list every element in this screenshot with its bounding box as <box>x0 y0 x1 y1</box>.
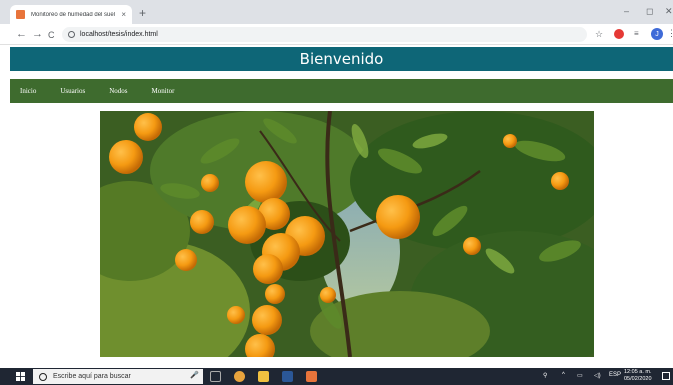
bookmark-star-icon[interactable]: ☆ <box>595 28 603 40</box>
chrome-icon[interactable] <box>234 371 245 382</box>
tab-title: Monitoreo de humedad del suel <box>31 11 116 18</box>
reading-list-icon[interactable]: ≡ <box>634 29 639 38</box>
show-hidden-icons-icon[interactable]: ^ <box>562 372 565 378</box>
cortana-icon <box>39 372 47 381</box>
browser-tab[interactable]: Monitoreo de humedad del suel × <box>10 5 132 24</box>
page-header: Bienvenido <box>10 47 673 71</box>
os-taskbar: Escribe aquí para buscar 🎤 ⚲ ^ ▭ ◁) ESP … <box>0 368 673 385</box>
close-window-button[interactable]: ✕ <box>665 6 673 17</box>
tab-close-icon[interactable]: × <box>121 10 126 19</box>
file-explorer-icon[interactable] <box>258 371 269 382</box>
browser-menu-icon[interactable]: ⋮ <box>667 28 673 39</box>
nav-item-inicio[interactable]: Inicio <box>20 87 36 95</box>
new-tab-button[interactable]: + <box>139 7 146 19</box>
nav-item-monitor[interactable]: Monitor <box>152 87 175 95</box>
main-nav: Inicio Usuarios Nodos Monitor <box>10 79 673 103</box>
browser-tab-strip: Monitoreo de humedad del suel × + – ◻ ✕ <box>0 0 673 24</box>
page-title: Bienvenido <box>299 50 384 68</box>
info-icon[interactable] <box>68 31 75 38</box>
app-icon[interactable] <box>306 371 317 382</box>
windows-start-icon[interactable] <box>16 372 25 381</box>
address-bar[interactable]: localhost/tesis/index.html <box>62 27 587 42</box>
reload-button[interactable]: C <box>48 28 55 42</box>
clock-time: 12:05 a. m. <box>624 369 652 375</box>
microphone-icon[interactable]: 🎤 <box>190 371 199 379</box>
back-button[interactable]: ← <box>16 27 27 41</box>
extension-icon[interactable] <box>614 29 624 39</box>
forward-button[interactable]: → <box>32 27 43 41</box>
taskbar-search-placeholder: Escribe aquí para buscar <box>53 373 131 380</box>
hero-image-orange-tree <box>100 111 594 357</box>
taskbar-search-box[interactable]: Escribe aquí para buscar <box>33 369 203 384</box>
browser-toolbar: ← → C localhost/tesis/index.html ☆ <box>0 24 673 45</box>
favicon-icon <box>16 10 25 19</box>
clock-date: 05/02/2020 <box>624 376 652 382</box>
word-icon[interactable] <box>282 371 293 382</box>
system-clock[interactable]: 12:05 a. m. 05/02/2020 <box>624 369 652 383</box>
people-icon[interactable]: ⚲ <box>543 372 547 379</box>
language-indicator[interactable]: ESP <box>609 372 621 378</box>
volume-icon[interactable]: ◁) <box>594 372 601 379</box>
nav-item-nodos[interactable]: Nodos <box>109 87 127 95</box>
nav-item-usuarios[interactable]: Usuarios <box>60 87 85 95</box>
profile-avatar[interactable]: J <box>651 28 663 40</box>
network-icon[interactable]: ▭ <box>577 372 583 379</box>
task-view-icon[interactable] <box>210 371 221 382</box>
url-text[interactable]: localhost/tesis/index.html <box>80 31 158 38</box>
notification-center-icon[interactable] <box>662 372 670 380</box>
maximize-button[interactable]: ◻ <box>646 6 653 17</box>
minimize-button[interactable]: – <box>624 6 629 16</box>
